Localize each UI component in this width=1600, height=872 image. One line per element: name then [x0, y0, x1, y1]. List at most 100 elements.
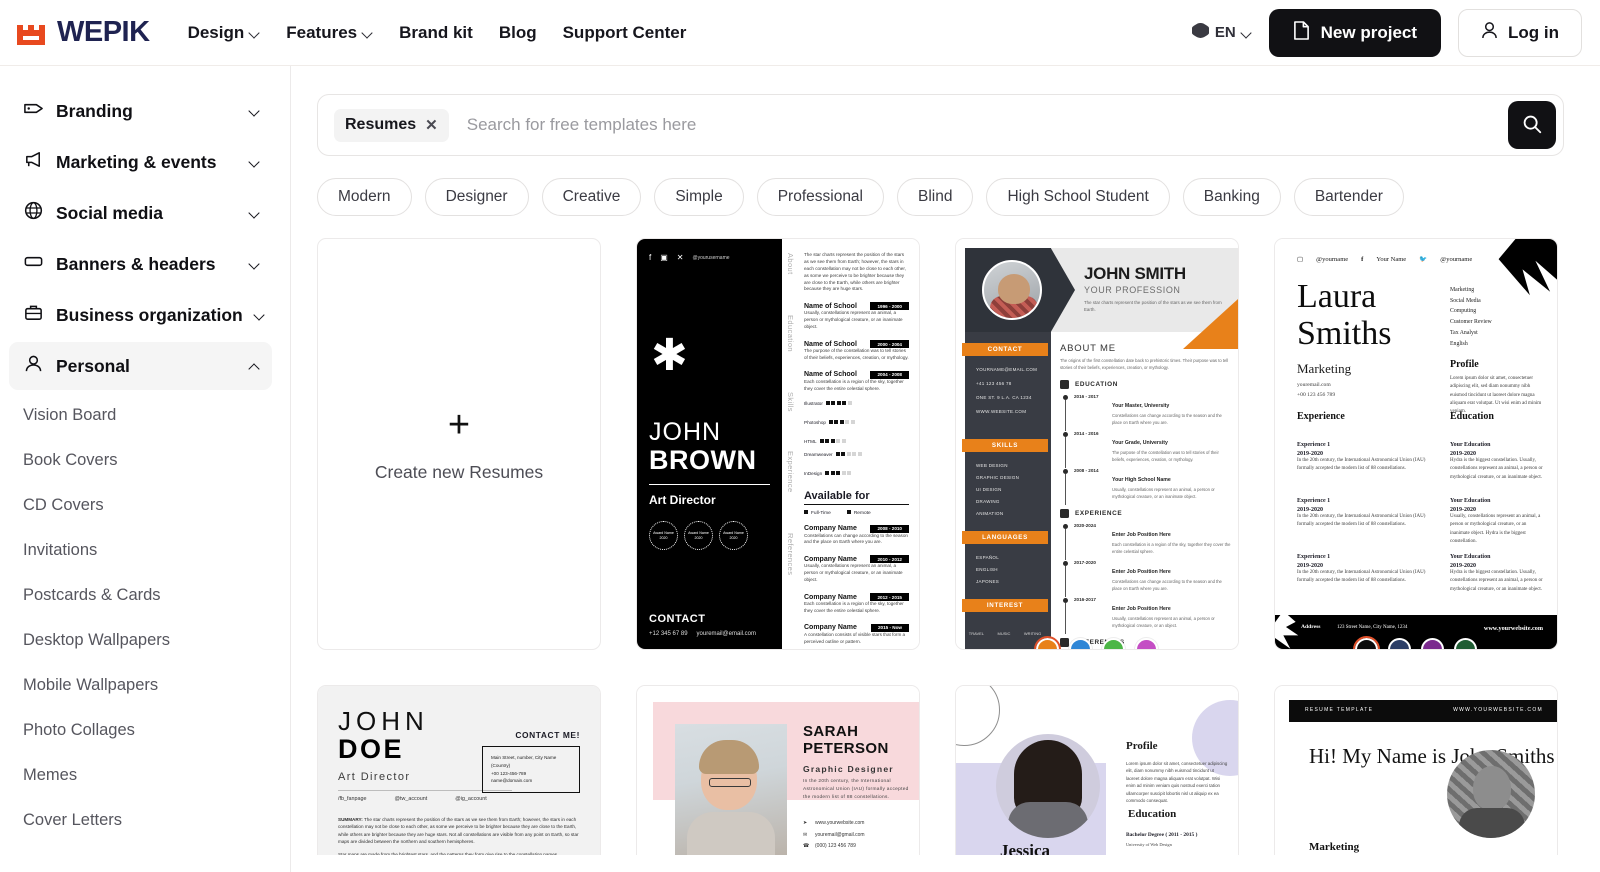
education-years: 2016 - 2017 — [1074, 394, 1099, 399]
sidebar-subitem-desktop-wallpapers[interactable]: Desktop Wallpapers — [0, 618, 290, 663]
color-swatch-black[interactable] — [1353, 636, 1380, 649]
company-name: Company Name — [804, 624, 857, 632]
template-card-sarah-peterson[interactable]: SARAH PETERSON Graphic Designer In the 2… — [636, 685, 920, 855]
interest-travel: TRAVEL — [968, 631, 985, 636]
john-smith-profession: YOUR PROFESSION — [1084, 285, 1181, 295]
template-card-john-smith[interactable]: JOHN SMITH YOUR PROFESSION The star char… — [955, 238, 1239, 650]
sidebar-subitem-memes[interactable]: Memes — [0, 753, 290, 798]
education-desc: The purpose of the constellation was to … — [1112, 450, 1219, 462]
contact-section-header: CONTACT — [962, 343, 1048, 356]
sidebar-subitem-vision-board[interactable]: Vision Board — [0, 393, 290, 438]
template-card-laura-smiths[interactable]: ▢ @yourname f Your Name 🐦 @yourname Laur… — [1274, 238, 1558, 650]
sidebar-item-branding[interactable]: Branding — [9, 87, 272, 135]
nav-item-design[interactable]: Design — [188, 23, 261, 43]
filter-pill-designer[interactable]: Designer — [424, 178, 529, 216]
filter-pill-professional[interactable]: Professional — [756, 178, 884, 216]
john-brown-contact-info: +12 345 67 89 youremail@email.com — [649, 631, 770, 637]
contact-website: WWW.WEBSITE.COM — [976, 409, 1027, 414]
experience-section-title: EXPERIENCE — [1060, 509, 1232, 518]
chevron-up-icon — [250, 361, 260, 371]
twitter-handle: @yourname — [1440, 255, 1473, 263]
filter-pill-high-school-student[interactable]: High School Student — [986, 178, 1170, 216]
social-handles: ▢ @yourname f Your Name 🐦 @yourname — [1297, 255, 1473, 264]
search-input[interactable] — [464, 114, 1508, 136]
section-rail: About Education Skills Experience Refere… — [786, 253, 798, 639]
education-entry: Your Education 2019-2020 Usually, conste… — [1450, 489, 1545, 546]
nav-item-support-center[interactable]: Support Center — [563, 23, 687, 43]
color-swatch-orange[interactable] — [1034, 636, 1061, 649]
template-card-john-brown[interactable]: f ▣ ✕ @yourusername ✱ JOHN BROWN Art Dir… — [636, 238, 920, 650]
experience-title: Experience — [1297, 411, 1345, 422]
color-swatch-purple[interactable] — [1421, 638, 1444, 649]
laurel-icon: Award Name 2020 — [684, 521, 713, 550]
filter-pill-bartender[interactable]: Bartender — [1293, 178, 1404, 216]
filter-pill-banking[interactable]: Banking — [1182, 178, 1281, 216]
company-desc: A constellation consists of visible star… — [804, 631, 906, 644]
close-icon[interactable]: ✕ — [425, 118, 438, 133]
footer-address-value: 123 Street Name, City Name, 1234 — [1337, 625, 1408, 630]
sidebar-subitem-photo-collages[interactable]: Photo Collages — [0, 708, 290, 753]
sidebar-item-marketing-events[interactable]: Marketing & events — [9, 138, 272, 186]
nav-item-features-label: Features — [286, 22, 358, 42]
sidebar-subitem-invitations[interactable]: Invitations — [0, 528, 290, 573]
available-full-time: Full-Time — [804, 509, 831, 516]
facebook-icon: f — [1361, 255, 1364, 263]
color-swatch-blue[interactable] — [1069, 638, 1092, 649]
facebook-handle: /fb_fanpage — [338, 796, 367, 803]
language-label: EN — [1214, 24, 1236, 41]
twitter-x-icon: ✕ — [676, 253, 684, 262]
sidebar-item-business-organization[interactable]: Business organization — [9, 291, 272, 339]
languages-section-header: LANGUAGES — [962, 531, 1048, 544]
nav-item-blog[interactable]: Blog — [499, 23, 537, 43]
sidebar-item-banners-headers[interactable]: Banners & headers — [9, 240, 272, 288]
filter-pill-creative[interactable]: Creative — [541, 178, 642, 216]
john-smith-blurb: The star charts represent the position o… — [1084, 300, 1222, 313]
john-brown-last-name: BROWN — [649, 445, 757, 475]
login-button[interactable]: Log in — [1458, 8, 1582, 57]
sidebar-subitem-postcards-cards[interactable]: Postcards & Cards — [0, 573, 290, 618]
filter-pill-simple[interactable]: Simple — [654, 178, 744, 216]
filter-pill-blind[interactable]: Blind — [897, 178, 974, 216]
school-desc: The purpose of the constellation was to … — [804, 348, 909, 360]
sidebar-subitem-cd-covers[interactable]: CD Covers — [0, 483, 290, 528]
sidebar-item-personal[interactable]: Personal — [9, 342, 272, 390]
nav-item-features[interactable]: Features — [286, 23, 373, 43]
experience-desc: Constellations can change according to t… — [1112, 579, 1222, 591]
template-card-john-smiths-hi[interactable]: RESUME TEMPLATE WWW.YOURWEBSITE.COM Hi! … — [1274, 685, 1558, 855]
template-card-jessica[interactable]: Jessica Profile Lorem ipsum dolor sit am… — [955, 685, 1239, 855]
sidebar-subitem-book-covers[interactable]: Book Covers — [0, 438, 290, 483]
search-chip-resumes[interactable]: Resumes ✕ — [334, 108, 449, 142]
skill-item: Illustrator — [804, 400, 852, 406]
contact-phone: ☎ (000) 123 456 789 — [803, 841, 865, 853]
sidebar-subitem-mobile-wallpapers[interactable]: Mobile Wallpapers — [0, 663, 290, 708]
skill-level — [819, 438, 846, 443]
globe-icon — [1190, 22, 1210, 43]
experience-desc: Each constellation is a region of the sk… — [1112, 542, 1231, 554]
color-swatch-green[interactable] — [1102, 638, 1125, 649]
search-button[interactable] — [1508, 101, 1556, 149]
education-years: 2014 - 2016 — [1074, 431, 1099, 436]
new-project-button[interactable]: New project — [1268, 8, 1442, 57]
create-new-resume-card[interactable]: + Create new Resumes — [317, 238, 601, 650]
color-swatch-green[interactable] — [1454, 638, 1477, 649]
skill-level — [825, 470, 852, 475]
nav-item-brand-kit[interactable]: Brand kit — [399, 23, 473, 43]
contact-email: name@domain.com — [491, 778, 533, 784]
color-swatches — [1353, 636, 1477, 649]
header-actions: EN New project Log in — [1190, 8, 1582, 57]
sidebar: Branding Marketing & events Social media… — [0, 66, 291, 872]
experience-title: Enter Job Position Here — [1112, 569, 1171, 575]
company-years: 2012 - 2015 — [870, 593, 909, 602]
template-card-john-doe[interactable]: JOHN DOE Art Director /fb_fanpage @tw_ac… — [317, 685, 601, 855]
color-swatch-purple[interactable] — [1135, 638, 1158, 649]
wepik-logo[interactable]: WEPIK — [14, 16, 150, 50]
language-selector[interactable]: EN — [1190, 22, 1252, 43]
filter-pill-modern[interactable]: Modern — [317, 178, 412, 216]
sidebar-subitem-cover-letters[interactable]: Cover Letters — [0, 798, 290, 843]
interest-section-header: INTEREST — [962, 599, 1048, 612]
john-brown-role: Art Director — [649, 493, 716, 507]
color-swatch-navy[interactable] — [1388, 638, 1411, 649]
sidebar-item-personal-label: Personal — [56, 355, 130, 376]
sidebar-item-social-media[interactable]: Social media — [9, 189, 272, 237]
education-entry: 2014 - 2016 Your Grade, University The pu… — [1060, 431, 1232, 468]
